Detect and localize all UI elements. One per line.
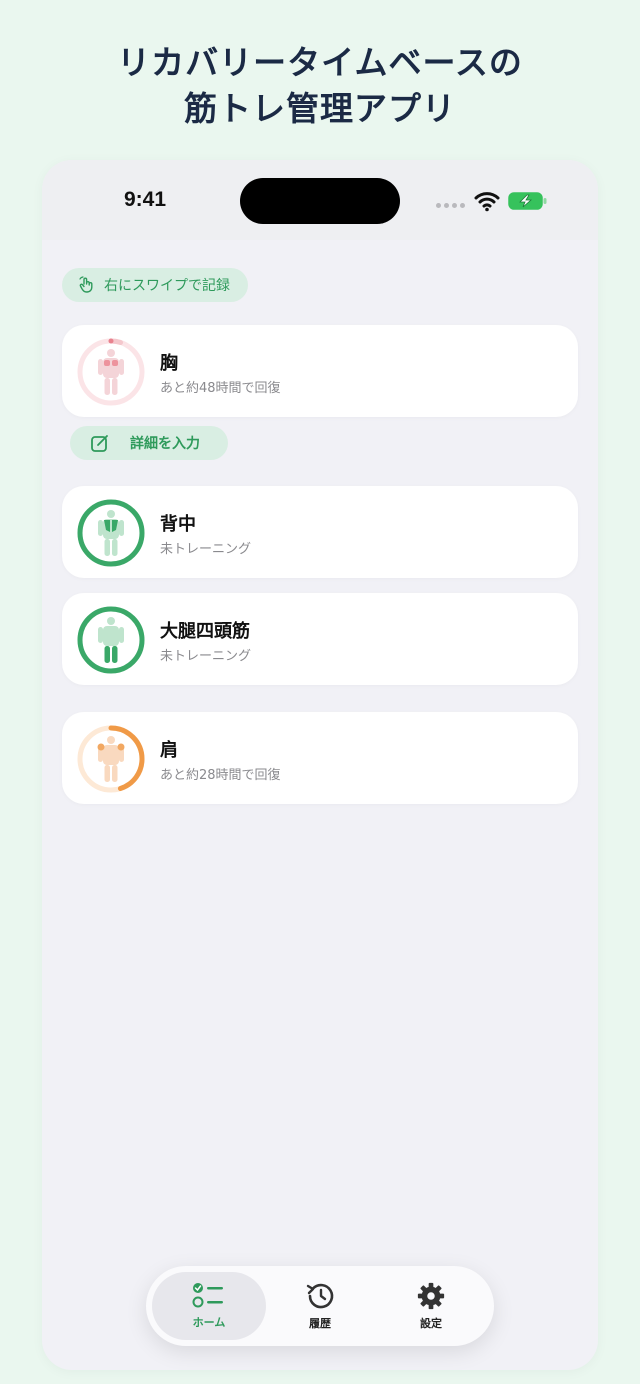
muscle-card-chest[interactable]: 胸 あと約48時間で回復 — [62, 325, 578, 417]
tab-label: 設定 — [420, 1317, 442, 1330]
tab-history[interactable]: 履歴 — [263, 1272, 377, 1340]
recovery-status: あと約48時間で回復 — [160, 381, 281, 396]
body-figure-icon — [98, 510, 124, 556]
muscle-card-quadriceps[interactable]: 大腿四頭筋 未トレーニング — [62, 593, 578, 685]
recovery-status: 未トレーニング — [160, 542, 252, 557]
signal-icon — [436, 203, 466, 209]
detail-input-button[interactable]: 詳細を入力 — [70, 426, 228, 460]
checklist-icon — [192, 1283, 223, 1308]
recovery-status: 未トレーニング — [160, 649, 252, 664]
swipe-hint-label: 右にスワイプで記録 — [104, 278, 230, 294]
muscle-name: 背中 — [160, 514, 196, 535]
body-figure-icon — [98, 349, 124, 395]
recovery-ring — [77, 725, 145, 793]
recovery-ring — [77, 338, 145, 406]
headline: リカバリータイムベースの 筋トレ管理アプリ — [0, 40, 640, 132]
swipe-hint: 右にスワイプで記録 — [62, 268, 248, 302]
muscle-name: 大腿四頭筋 — [160, 621, 250, 642]
edit-icon — [91, 435, 108, 452]
phone-screen: 9:41 右にスワイプで記録 胸 あと約48時間で回復 詳細を入力 背中 未トレ… — [42, 160, 598, 1370]
tab-label: ホーム — [192, 1316, 226, 1329]
muscle-card-shoulder[interactable]: 肩 あと約28時間で回復 — [62, 712, 578, 804]
history-icon — [306, 1283, 334, 1309]
battery-charging-icon — [508, 192, 547, 210]
muscle-card-back[interactable]: 背中 未トレーニング — [62, 486, 578, 578]
muscle-name: 胸 — [160, 353, 178, 374]
muscle-name: 肩 — [160, 740, 178, 761]
detail-input-label: 詳細を入力 — [130, 436, 200, 452]
tab-label: 履歴 — [309, 1317, 331, 1330]
hand-swipe-icon — [79, 276, 93, 293]
body-figure-icon — [98, 617, 124, 663]
tab-bar: ホーム 履歴 設定 — [146, 1266, 494, 1346]
status-bar: 9:41 — [42, 160, 598, 240]
tab-home[interactable]: ホーム — [152, 1272, 266, 1340]
tab-settings[interactable]: 設定 — [374, 1272, 488, 1340]
headline-line2: 筋トレ管理アプリ — [184, 89, 456, 128]
headline-line1: リカバリータイムベースの — [117, 43, 523, 82]
recovery-ring — [77, 606, 145, 674]
wifi-icon — [474, 192, 500, 212]
body-figure-icon — [97, 736, 125, 782]
dynamic-island — [240, 178, 400, 224]
recovery-status: あと約28時間で回復 — [160, 768, 281, 783]
gear-icon — [417, 1282, 445, 1310]
recovery-ring — [77, 499, 145, 567]
status-time: 9:41 — [124, 188, 167, 211]
